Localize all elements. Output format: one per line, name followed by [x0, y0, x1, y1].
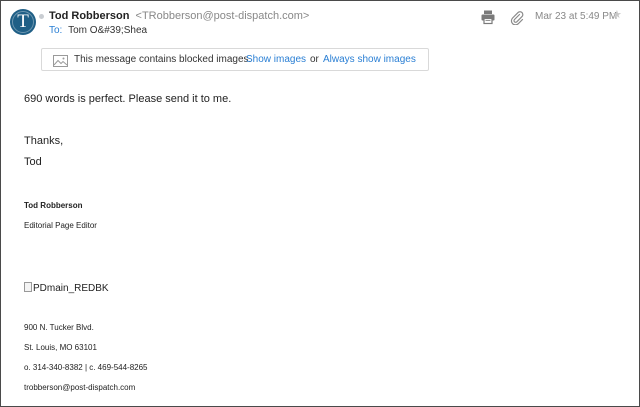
body-thanks: Thanks,: [24, 135, 64, 147]
show-images-link[interactable]: Show images: [246, 54, 306, 65]
sender-avatar[interactable]: T: [10, 9, 36, 35]
message-date: Mar 23 at 5:49 PM: [535, 11, 618, 22]
signature-phones: o. 314-340-8382 | c. 469-544-8265: [24, 363, 148, 372]
body-line: 690 words is perfect. Please send it to …: [24, 93, 232, 105]
body-sign-name: Tod: [24, 156, 42, 168]
signature-title: Editorial Page Editor: [24, 221, 97, 230]
signature-address-line2: St. Louis, MO 63101: [24, 343, 97, 352]
signature-logo-alt: PDmain_REDBK: [33, 283, 109, 294]
image-icon: [53, 54, 68, 67]
read-status-dot[interactable]: [39, 14, 44, 19]
sender-line: Tod Robberson <TRobberson@post-dispatch.…: [49, 10, 309, 22]
avatar-letter: T: [17, 11, 29, 32]
recipient-name[interactable]: Tom O&#39;Shea: [68, 25, 147, 36]
blocked-images-text: This message contains blocked images.: [74, 54, 252, 65]
signature-name: Tod Robberson: [24, 201, 83, 210]
message-header: T Tod Robberson <TRobberson@post-dispatc…: [1, 1, 639, 41]
blocked-images-banner: This message contains blocked images. Sh…: [41, 48, 429, 71]
signature-logo-placeholder: PDmain_REDBK: [24, 282, 109, 294]
recipient-line: To: Tom O&#39;Shea: [49, 25, 147, 36]
or-text: or: [310, 54, 319, 65]
star-icon[interactable]: ★: [612, 9, 622, 21]
signature-email[interactable]: trobberson@post-dispatch.com: [24, 383, 135, 392]
to-label: To:: [49, 25, 63, 36]
printer-icon[interactable]: [480, 9, 496, 25]
signature-address-line1: 900 N. Tucker Blvd.: [24, 323, 94, 332]
paperclip-icon[interactable]: [509, 9, 525, 26]
email-message-view: T Tod Robberson <TRobberson@post-dispatc…: [0, 0, 640, 407]
sender-name[interactable]: Tod Robberson: [49, 10, 129, 22]
broken-image-icon: [24, 282, 32, 292]
sender-email[interactable]: <TRobberson@post-dispatch.com>: [136, 10, 310, 22]
always-show-images-link[interactable]: Always show images: [323, 54, 416, 65]
